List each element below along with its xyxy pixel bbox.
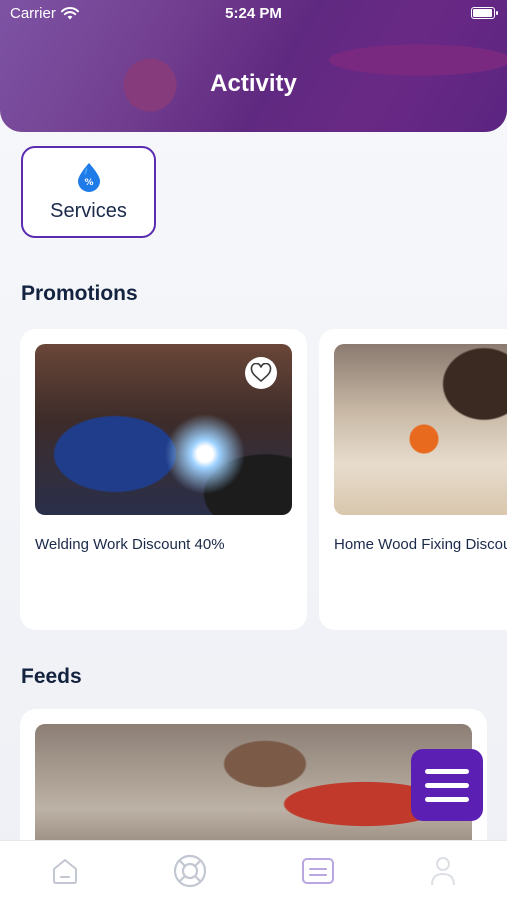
promotion-image (35, 344, 292, 515)
battery-icon (471, 7, 498, 19)
menu-button[interactable] (411, 749, 483, 821)
tab-support[interactable] (172, 853, 208, 889)
services-label: Services (50, 199, 127, 222)
tab-profile[interactable] (425, 853, 461, 889)
menu-icon-bar (425, 768, 469, 774)
battery-fill (473, 9, 492, 17)
promotion-card[interactable]: Welding Work Discount 40% (20, 329, 307, 630)
promotion-caption: Home Wood Fixing Discou (334, 536, 507, 553)
menu-icon-bar (425, 796, 469, 802)
heart-icon (250, 363, 272, 383)
home-icon (53, 859, 77, 884)
profile-icon (431, 857, 455, 886)
promotion-caption: Welding Work Discount 40% (35, 536, 225, 553)
menu-icon-bar (425, 782, 469, 788)
status-bar: Carrier 5:24 PM (0, 0, 507, 28)
svg-text:%: % (84, 178, 93, 188)
tab-home[interactable] (47, 853, 83, 889)
feeds-heading: Feeds (21, 665, 82, 688)
card-icon (302, 858, 334, 884)
percent-drop-icon: % (77, 162, 100, 192)
page-title: Activity (210, 70, 297, 97)
status-time: 5:24 PM (225, 5, 282, 22)
favorite-button[interactable] (245, 357, 277, 389)
promotions-heading: Promotions (21, 282, 138, 305)
lifebuoy-icon (173, 854, 207, 888)
tab-bar (0, 840, 507, 900)
header-banner: Carrier 5:24 PM Activity (0, 0, 507, 132)
tab-activity[interactable] (300, 853, 336, 889)
services-button[interactable]: % Services (21, 146, 156, 238)
promotion-image (334, 344, 507, 515)
promotion-card[interactable]: Home Wood Fixing Discou (319, 329, 507, 630)
